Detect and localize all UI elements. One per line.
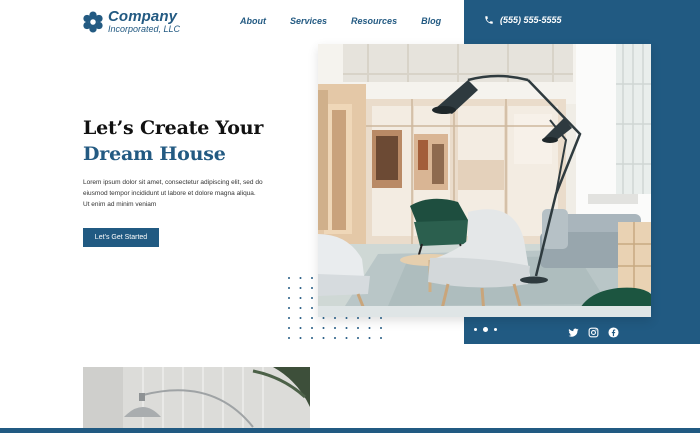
grid-dot [357, 327, 359, 329]
grid-dot [311, 277, 313, 279]
grid-dot [311, 297, 313, 299]
brand-name: Company [108, 8, 178, 25]
grid-dot [288, 317, 290, 319]
grid-dot [311, 287, 313, 289]
phone-number: (555) 555-5555 [500, 15, 562, 25]
grid-dot [368, 317, 371, 319]
grid-dot [345, 337, 348, 339]
nav-link-about[interactable]: About [240, 16, 266, 26]
nav-link-services[interactable]: Services [290, 16, 327, 26]
grid-dot [322, 337, 325, 339]
nav-link-resources[interactable]: Resources [351, 16, 397, 26]
grid-dot [288, 297, 290, 299]
phone-contact[interactable]: (555) 555-5555 [484, 15, 562, 25]
phone-icon [485, 16, 493, 24]
grid-dot [288, 327, 290, 329]
twitter-icon[interactable] [568, 325, 579, 337]
grid-dot [368, 327, 371, 329]
grid-dot [334, 327, 336, 329]
grid-dot [380, 327, 382, 329]
grid-dot [299, 277, 302, 279]
grid-dot [368, 337, 371, 339]
slider-indicators [474, 327, 503, 332]
grid-dot [288, 287, 290, 289]
grid-dot [311, 337, 313, 339]
dot-grid-decoration [288, 277, 382, 339]
grid-dot [311, 327, 313, 329]
grid-dot [299, 287, 302, 289]
bottom-accent-bar [0, 428, 700, 433]
grid-dot [345, 327, 348, 329]
instagram-icon[interactable] [588, 325, 599, 338]
get-started-button[interactable]: Let’s Get Started [83, 228, 159, 247]
main-nav: About Services Resources Blog [240, 16, 465, 26]
brand-logo[interactable]: Company Incorporated, LLC [82, 9, 180, 34]
grid-dot [357, 317, 359, 319]
lamp-scene [83, 367, 310, 433]
grid-dot [322, 317, 325, 319]
hero-title-line2: Dream House [83, 143, 226, 165]
nav-link-blog[interactable]: Blog [421, 16, 441, 26]
secondary-image [83, 367, 310, 433]
slider-dot-1[interactable] [474, 328, 477, 331]
grid-dot [380, 317, 382, 319]
grid-dot [380, 337, 382, 339]
grid-dot [345, 317, 348, 319]
hero-title: Let’s Create Your Dream House [83, 115, 263, 167]
hero-lead: Lorem ipsum dolor sit amet, consectetur … [83, 179, 263, 208]
slider-dot-2[interactable] [483, 327, 488, 332]
grid-dot [288, 337, 290, 339]
grid-dot [288, 277, 290, 279]
grid-dot [311, 307, 313, 309]
grid-dot [288, 307, 290, 309]
grid-dot [357, 337, 359, 339]
grid-dot [322, 327, 325, 329]
grid-dot [311, 317, 313, 319]
social-links [568, 325, 628, 338]
grid-dot [299, 327, 302, 329]
grid-dot [299, 337, 302, 339]
grid-dot [299, 317, 302, 319]
grid-dot [299, 297, 302, 299]
grid-dot [334, 337, 336, 339]
hero-title-line1: Let’s Create Your [83, 117, 264, 139]
grid-dot [334, 317, 336, 319]
logo-flower-icon [83, 10, 103, 33]
grid-dot [299, 307, 302, 309]
slider-dot-3[interactable] [494, 328, 497, 331]
facebook-icon[interactable] [608, 325, 619, 338]
brand-subtitle: Incorporated, LLC [108, 24, 181, 34]
